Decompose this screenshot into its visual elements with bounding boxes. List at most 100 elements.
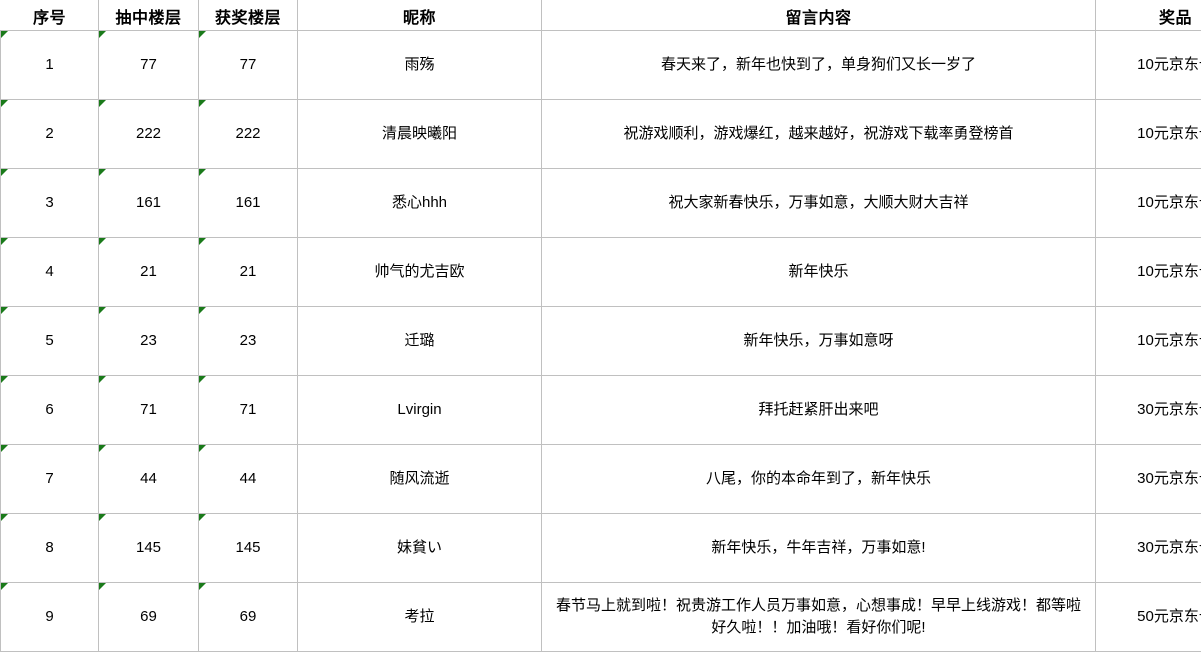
cell-nickname-text: 随风流逝 bbox=[389, 470, 449, 487]
cell-nickname[interactable]: 考拉 bbox=[298, 583, 542, 652]
cell-error-flag-icon bbox=[199, 100, 206, 107]
cell-nickname-text: 悉心hhh bbox=[392, 194, 447, 211]
cell-prize[interactable]: 10元京东卡 bbox=[1096, 307, 1201, 376]
cell-prize[interactable]: 30元京东卡 bbox=[1096, 376, 1201, 445]
cell-nickname-text: 雨殇 bbox=[404, 56, 434, 73]
cell-drawn-floor-text: 69 bbox=[140, 608, 157, 625]
column-header-index[interactable]: 序号 bbox=[1, 1, 99, 31]
cell-index[interactable]: 8 bbox=[1, 514, 99, 583]
cell-winning-floor[interactable]: 77 bbox=[199, 31, 298, 100]
cell-message[interactable]: 新年快乐，万事如意呀 bbox=[542, 307, 1096, 376]
cell-index[interactable]: 4 bbox=[1, 238, 99, 307]
cell-error-flag-icon bbox=[199, 238, 206, 245]
column-header-prize[interactable]: 奖品 bbox=[1096, 1, 1201, 31]
cell-message-text: 新年快乐，牛年吉祥，万事如意! bbox=[546, 537, 1091, 560]
table-row: 96969考拉春节马上就到啦！祝贵游工作人员万事如意，心想事成！早早上线游戏！都… bbox=[1, 583, 1201, 652]
cell-index[interactable]: 6 bbox=[1, 376, 99, 445]
cell-prize-text: 30元京东卡 bbox=[1137, 401, 1201, 418]
cell-prize[interactable]: 10元京东卡 bbox=[1096, 31, 1201, 100]
cell-prize[interactable]: 10元京东卡 bbox=[1096, 238, 1201, 307]
winners-table: 序号 抽中楼层 获奖楼层 昵称 留言内容 奖品 1 7777 雨殇 春天来了，新年也快… bbox=[0, 0, 1201, 652]
cell-error-flag-icon bbox=[1, 583, 8, 590]
cell-drawn-floor-text: 23 bbox=[140, 332, 157, 349]
cell-winning-floor-text: 71 bbox=[240, 401, 257, 418]
cell-error-flag-icon bbox=[1, 514, 8, 521]
table-body: 17777雨殇春天来了，新年也快到了，单身狗们又长一岁了10元京东卡222222… bbox=[1, 31, 1201, 652]
cell-error-flag-icon bbox=[199, 307, 206, 314]
cell-index[interactable]: 9 bbox=[1, 583, 99, 652]
cell-nickname-text: 迁璐 bbox=[404, 332, 434, 349]
cell-index-text: 5 bbox=[45, 332, 53, 349]
cell-message-text: 春节马上就到啦！祝贵游工作人员万事如意，心想事成！早早上线游戏！都等啦好久啦！！… bbox=[546, 595, 1091, 640]
cell-message-text: 八尾，你的本命年到了，新年快乐 bbox=[546, 468, 1091, 491]
cell-drawn-floor[interactable]: 71 bbox=[99, 376, 199, 445]
cell-drawn-floor[interactable]: 77 bbox=[99, 31, 199, 100]
cell-prize-text: 10元京东卡 bbox=[1137, 332, 1201, 349]
cell-winning-floor[interactable]: 21 bbox=[199, 238, 298, 307]
spreadsheet-canvas: 序号 抽中楼层 获奖楼层 昵称 留言内容 奖品 1 7777 雨殇 春天来了，新年也快… bbox=[0, 0, 1201, 650]
cell-error-flag-icon bbox=[1, 376, 8, 383]
cell-nickname[interactable]: 迁璐 bbox=[298, 307, 542, 376]
cell-index[interactable]: 3 bbox=[1, 169, 99, 238]
cell-nickname[interactable]: 雨殇 bbox=[298, 31, 542, 100]
cell-index[interactable]: 1 bbox=[1, 31, 99, 100]
cell-message-text: 祝大家新春快乐，万事如意，大顺大财大吉祥 bbox=[546, 192, 1091, 215]
cell-winning-floor[interactable]: 71 bbox=[199, 376, 298, 445]
cell-message-text: 新年快乐，万事如意呀 bbox=[546, 330, 1091, 353]
cell-winning-floor-text: 222 bbox=[235, 125, 260, 142]
cell-prize[interactable]: 10元京东卡 bbox=[1096, 169, 1201, 238]
cell-drawn-floor[interactable]: 44 bbox=[99, 445, 199, 514]
cell-error-flag-icon bbox=[1, 445, 8, 452]
cell-message[interactable]: 拜托赶紧肝出来吧 bbox=[542, 376, 1096, 445]
cell-drawn-floor[interactable]: 161 bbox=[99, 169, 199, 238]
cell-message[interactable]: 春天来了，新年也快到了，单身狗们又长一岁了 bbox=[542, 31, 1096, 100]
cell-message[interactable]: 春节马上就到啦！祝贵游工作人员万事如意，心想事成！早早上线游戏！都等啦好久啦！！… bbox=[542, 583, 1096, 652]
cell-message-text: 拜托赶紧肝出来吧 bbox=[546, 399, 1091, 422]
cell-message[interactable]: 八尾，你的本命年到了，新年快乐 bbox=[542, 445, 1096, 514]
table-row: 8145145妹貧い新年快乐，牛年吉祥，万事如意!30元京东卡 bbox=[1, 514, 1201, 583]
column-header-drawn-floor[interactable]: 抽中楼层 bbox=[99, 1, 199, 31]
cell-prize[interactable]: 50元京东卡 bbox=[1096, 583, 1201, 652]
cell-error-flag-icon bbox=[99, 583, 106, 590]
cell-index[interactable]: 7 bbox=[1, 445, 99, 514]
cell-message[interactable]: 祝大家新春快乐，万事如意，大顺大财大吉祥 bbox=[542, 169, 1096, 238]
column-header-nickname[interactable]: 昵称 bbox=[298, 1, 542, 31]
cell-nickname[interactable]: 悉心hhh bbox=[298, 169, 542, 238]
cell-error-flag-icon bbox=[99, 169, 106, 176]
cell-prize[interactable]: 30元京东卡 bbox=[1096, 514, 1201, 583]
cell-message[interactable]: 新年快乐 bbox=[542, 238, 1096, 307]
cell-prize-text: 10元京东卡 bbox=[1137, 194, 1201, 211]
cell-drawn-floor[interactable]: 23 bbox=[99, 307, 199, 376]
cell-drawn-floor[interactable]: 145 bbox=[99, 514, 199, 583]
cell-message[interactable]: 新年快乐，牛年吉祥，万事如意! bbox=[542, 514, 1096, 583]
cell-nickname[interactable]: 清晨映曦阳 bbox=[298, 100, 542, 169]
cell-drawn-floor[interactable]: 21 bbox=[99, 238, 199, 307]
cell-message-text: 春天来了，新年也快到了，单身狗们又长一岁了 bbox=[546, 54, 1091, 77]
cell-index[interactable]: 5 bbox=[1, 307, 99, 376]
cell-winning-floor[interactable]: 222 bbox=[199, 100, 298, 169]
cell-winning-floor[interactable]: 44 bbox=[199, 445, 298, 514]
cell-prize[interactable]: 10元京东卡 bbox=[1096, 100, 1201, 169]
column-header-message[interactable]: 留言内容 bbox=[542, 1, 1096, 31]
cell-winning-floor[interactable]: 161 bbox=[199, 169, 298, 238]
cell-winning-floor[interactable]: 145 bbox=[199, 514, 298, 583]
cell-error-flag-icon bbox=[199, 169, 206, 176]
cell-nickname[interactable]: 随风流逝 bbox=[298, 445, 542, 514]
cell-nickname[interactable]: 帅气的尤吉欧 bbox=[298, 238, 542, 307]
cell-nickname[interactable]: Lvirgin bbox=[298, 376, 542, 445]
cell-index[interactable]: 2 bbox=[1, 100, 99, 169]
column-header-winning-floor[interactable]: 获奖楼层 bbox=[199, 1, 298, 31]
cell-winning-floor[interactable]: 69 bbox=[199, 583, 298, 652]
cell-drawn-floor[interactable]: 69 bbox=[99, 583, 199, 652]
cell-message[interactable]: 祝游戏顺利，游戏爆红，越来越好，祝游戏下载率勇登榜首 bbox=[542, 100, 1096, 169]
cell-error-flag-icon bbox=[99, 445, 106, 452]
cell-index-text: 1 bbox=[45, 56, 53, 73]
cell-error-flag-icon bbox=[1, 100, 8, 107]
cell-index-text: 7 bbox=[45, 470, 53, 487]
cell-drawn-floor[interactable]: 222 bbox=[99, 100, 199, 169]
cell-nickname[interactable]: 妹貧い bbox=[298, 514, 542, 583]
cell-prize[interactable]: 30元京东卡 bbox=[1096, 445, 1201, 514]
cell-index-text: 6 bbox=[45, 401, 53, 418]
cell-winning-floor[interactable]: 23 bbox=[199, 307, 298, 376]
cell-error-flag-icon bbox=[1, 238, 8, 245]
